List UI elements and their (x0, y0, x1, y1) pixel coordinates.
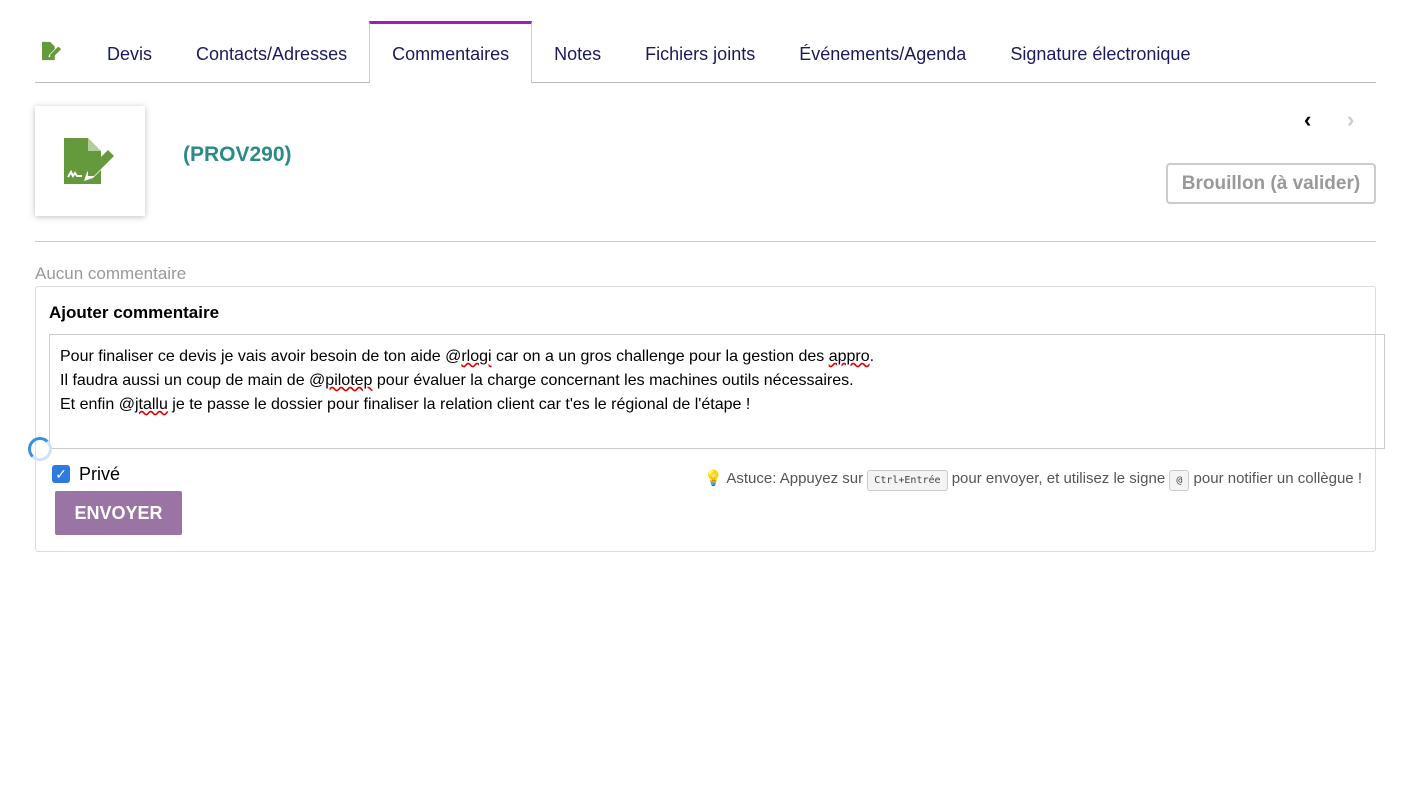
tab-commentaires[interactable]: Commentaires (369, 21, 533, 83)
private-label: Privé (79, 464, 121, 484)
text-segment: Et enfin @ (60, 396, 135, 413)
key-ctrl-enter: Ctrl+Entrée (867, 470, 948, 491)
lightbulb-icon: 💡 (704, 470, 724, 487)
private-checkbox[interactable]: ✓ (52, 465, 70, 483)
record-ref: (PROV290) (183, 143, 292, 166)
comment-line: Et enfin @jtallu je te passe le dossier … (60, 393, 1374, 417)
text-segment: car on a un gros challenge pour la gesti… (491, 348, 829, 365)
tab-fichiers[interactable]: Fichiers joints (623, 21, 777, 82)
tab-contacts[interactable]: Contacts/Adresses (174, 21, 369, 82)
status-badge: Brouillon (à valider) (1166, 163, 1376, 204)
comment-textarea[interactable]: Pour finaliser ce devis je vais avoir be… (49, 334, 1385, 449)
send-button[interactable]: ENVOYER (55, 491, 182, 535)
tab-home[interactable] (35, 21, 85, 82)
text-segment: pour évaluer la charge concernant les ma… (372, 372, 854, 389)
previous-record-icon[interactable]: ‹ (1304, 107, 1311, 133)
signed-document-icon (64, 138, 114, 184)
quote-icon (41, 41, 63, 66)
tab-signature[interactable]: Signature électronique (988, 21, 1212, 82)
tip-part: pour notifier un collègue ! (1193, 470, 1362, 487)
loading-spinner-icon (28, 437, 52, 461)
tip-part: Astuce: Appuyez sur (726, 470, 864, 487)
text-segment: Il faudra aussi un coup de main de @ (60, 372, 326, 389)
add-comment-title: Ajouter commentaire (49, 303, 220, 322)
no-comments-text: Aucun commentaire (35, 264, 187, 283)
divider (35, 241, 1376, 242)
text-segment: . (869, 348, 875, 365)
text-segment: appro (828, 348, 870, 365)
text-segment: Pour finaliser ce devis je vais avoir be… (60, 348, 462, 365)
key-at: @ (1169, 470, 1190, 491)
next-record-icon[interactable]: › (1347, 107, 1354, 133)
tab-notes[interactable]: Notes (532, 21, 623, 82)
text-segment: pilotep (325, 372, 373, 389)
tab-devis[interactable]: Devis (85, 21, 174, 82)
text-segment: jtallu (134, 396, 168, 413)
text-segment: rlogi (461, 348, 492, 365)
tip-text: 💡 Astuce: Appuyez sur Ctrl+Entrée pour e… (704, 469, 1362, 491)
text-segment: je te passe le dossier pour finaliser la… (167, 396, 751, 413)
tip-part: pour envoyer, et utilisez le signe (951, 470, 1166, 487)
tab-evenements[interactable]: Événements/Agenda (777, 21, 988, 82)
tab-bar: Devis Contacts/Adresses Commentaires Not… (35, 21, 1376, 83)
comment-line: Il faudra aussi un coup de main de @pilo… (60, 369, 1374, 393)
comment-line: Pour finaliser ce devis je vais avoir be… (60, 345, 1374, 369)
record-thumbnail (35, 106, 145, 216)
